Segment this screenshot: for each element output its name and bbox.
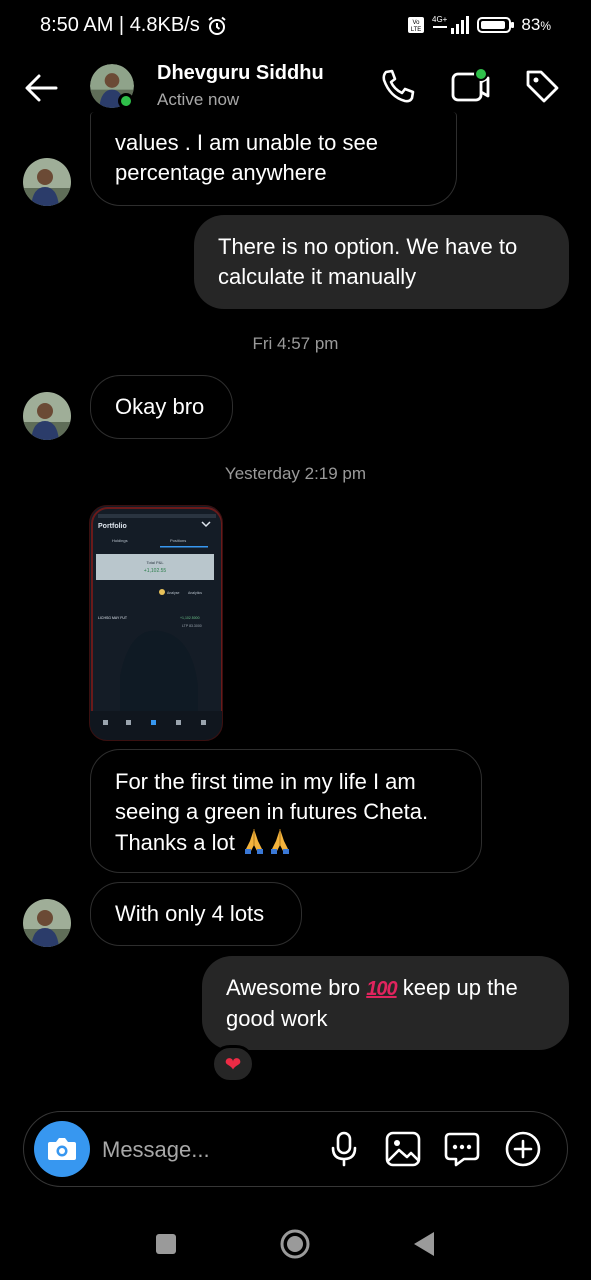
gallery-icon[interactable] <box>383 1129 423 1169</box>
svg-text:Total P&L: Total P&L <box>146 560 164 565</box>
online-indicator <box>118 93 134 109</box>
timestamp: Fri 4:57 pm <box>252 334 339 353</box>
contact-status: Active now <box>157 90 240 109</box>
svg-text:+1,102.5000: +1,102.5000 <box>180 616 200 620</box>
svg-text:LTP 83.3000: LTP 83.3000 <box>182 624 202 628</box>
message-text: calculate it manually <box>218 264 417 289</box>
microphone-icon[interactable] <box>324 1129 364 1169</box>
message-text: Thanks a lot <box>115 830 235 855</box>
battery-percent: 83% <box>521 15 551 34</box>
timestamp: Yesterday 2:19 pm <box>224 464 367 483</box>
message-text: percentage anywhere <box>115 160 327 185</box>
message-text: good work <box>226 1006 328 1031</box>
video-call-icon[interactable] <box>450 66 490 106</box>
message-bubble-received[interactable]: With only 4 lots <box>90 882 302 946</box>
status-right: Vo LTE 4G+ 83% <box>407 14 551 36</box>
svg-text:Analytics: Analytics <box>188 591 202 595</box>
message-bubble-received[interactable]: Okay bro <box>90 375 233 439</box>
folded-hands-emoji-icon <box>244 829 263 854</box>
recents-button-icon[interactable] <box>144 1222 188 1266</box>
message-bubble-sent[interactable]: There is no option. We have to calculate… <box>194 215 569 309</box>
message-text: Awesome bro <box>226 975 361 1000</box>
message-text: seeing a green in futures Cheta. <box>115 799 429 824</box>
svg-text:LTE: LTE <box>411 27 422 33</box>
hundred-points-emoji-icon: 100 <box>366 978 397 1000</box>
sender-avatar[interactable] <box>23 158 71 206</box>
battery-icon <box>477 17 515 33</box>
shared-screenshot: Portfolio Holdings Positions Total P&L +… <box>90 506 222 740</box>
message-text: With only 4 lots <box>115 901 265 926</box>
add-icon[interactable] <box>503 1129 543 1169</box>
svg-text:Vo: Vo <box>413 20 421 26</box>
contact-name[interactable]: Dhevguru Siddhu <box>157 62 324 85</box>
image-message[interactable]: Portfolio Holdings Positions Total P&L +… <box>89 505 223 741</box>
alarm-icon <box>208 16 226 35</box>
sticker-chat-icon[interactable] <box>442 1129 482 1169</box>
svg-text:Portfolio: Portfolio <box>98 523 127 530</box>
status-bar: 8:50 AM | 4.8KB/s Vo LTE 4G+ 83% <box>0 0 591 52</box>
camera-icon <box>48 1138 76 1160</box>
home-button-icon[interactable] <box>273 1222 317 1266</box>
message-text: For the first time in my life I am <box>115 769 416 794</box>
phone-call-icon[interactable] <box>378 66 418 106</box>
tag-icon[interactable] <box>522 66 562 106</box>
svg-text:Positions: Positions <box>170 538 186 543</box>
status-time: 8:50 AM | 4.8KB/s <box>40 14 200 36</box>
message-text-line: Thanks a lot <box>115 827 457 858</box>
svg-text:Analyse: Analyse <box>167 591 180 595</box>
signal-icon: 4G+ <box>432 15 470 34</box>
message-text: There is no option. We have to <box>218 234 518 259</box>
message-composer <box>23 1111 568 1187</box>
back-arrow-icon[interactable] <box>22 68 62 108</box>
camera-button[interactable] <box>34 1121 90 1177</box>
svg-text:+1,102.55: +1,102.55 <box>144 568 167 574</box>
svg-text:Holdings: Holdings <box>112 538 128 543</box>
volte-icon: Vo LTE <box>408 17 425 33</box>
message-text: keep up the <box>402 975 518 1000</box>
message-bubble-received[interactable]: For the first time in my life I am seein… <box>90 749 482 873</box>
message-bubble-sent[interactable]: Awesome bro 100 keep up the good work <box>202 956 569 1050</box>
message-text: values . I am unable to see <box>115 130 378 155</box>
svg-text:LICHSG MAY FUT: LICHSG MAY FUT <box>98 616 128 620</box>
back-button-icon[interactable] <box>402 1222 446 1266</box>
message-bubble-received[interactable]: values . I am unable to see percentage a… <box>90 112 457 206</box>
svg-text:4G+: 4G+ <box>432 15 448 24</box>
sender-avatar[interactable] <box>23 899 71 947</box>
heart-reaction-icon[interactable]: ❤ <box>211 1045 255 1083</box>
sender-avatar[interactable] <box>23 392 71 440</box>
message-text: Okay bro <box>115 394 205 419</box>
contact-avatar[interactable] <box>90 64 134 109</box>
message-text-line: Awesome bro 100 keep up the <box>226 973 545 1004</box>
folded-hands-emoji-icon <box>270 829 289 854</box>
message-input[interactable] <box>102 1136 302 1164</box>
